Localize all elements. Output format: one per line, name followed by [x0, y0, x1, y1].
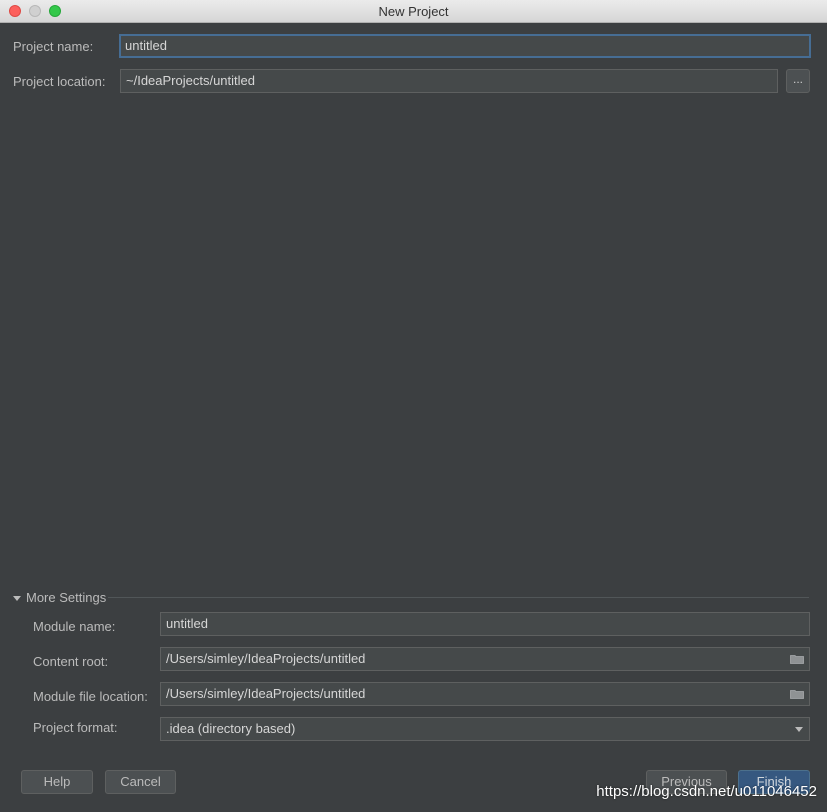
project-format-value: .idea (directory based) [166, 721, 296, 736]
content-root-input[interactable]: /Users/simley/IdeaProjects/untitled [160, 647, 810, 671]
module-file-location-value: /Users/simley/IdeaProjects/untitled [166, 686, 366, 701]
module-name-input[interactable]: untitled [160, 612, 810, 636]
project-format-label: Project format: [33, 720, 118, 735]
more-settings-title: More Settings [26, 590, 107, 605]
help-button[interactable]: Help [21, 770, 93, 794]
module-file-location-input[interactable]: /Users/simley/IdeaProjects/untitled [160, 682, 810, 706]
title-bar: New Project [0, 0, 827, 23]
project-location-label: Project location: [13, 74, 106, 89]
window-title: New Project [378, 4, 449, 19]
chevron-down-icon [795, 727, 803, 732]
project-name-input[interactable]: untitled [119, 34, 811, 58]
folder-icon[interactable] [790, 689, 804, 699]
collapse-triangle-icon [13, 596, 21, 602]
project-location-input[interactable]: ~/IdeaProjects/untitled [120, 69, 778, 93]
module-file-location-label: Module file location: [33, 689, 148, 704]
content-root-value: /Users/simley/IdeaProjects/untitled [166, 651, 366, 666]
project-name-label: Project name: [13, 39, 94, 54]
project-format-select[interactable]: .idea (directory based) [160, 717, 810, 741]
module-name-label: Module name: [33, 619, 116, 634]
watermark-text: https://blog.csdn.net/u011046452 [596, 783, 817, 800]
cancel-button[interactable]: Cancel [105, 770, 176, 794]
folder-icon[interactable] [790, 654, 804, 664]
section-divider [108, 597, 809, 598]
more-settings-toggle[interactable]: More Settings [13, 590, 106, 605]
content-root-label: Content root: [33, 654, 109, 669]
browse-location-button[interactable]: ... [786, 69, 810, 93]
